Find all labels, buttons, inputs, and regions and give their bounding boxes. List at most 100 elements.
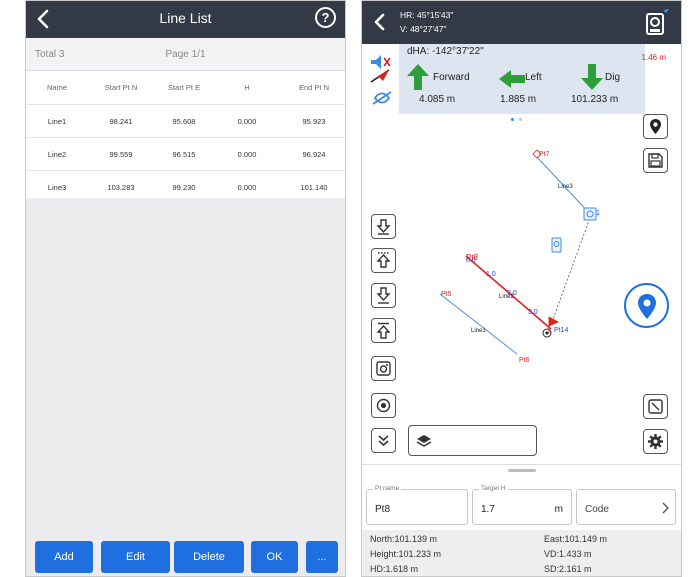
cell-name: Line2 (47, 150, 67, 159)
move-up-button[interactable] (371, 248, 396, 273)
move-down-button[interactable] (371, 283, 396, 308)
horizontal-angle-readout: HR: 45°15'43" (400, 10, 454, 20)
pt14-label: Pt14 (554, 327, 569, 334)
top-bar: Line List ? (26, 1, 345, 38)
navigation-panel: dHA: -142°37'22" Forward 4.085 m Left 1.… (399, 44, 645, 121)
line-list-screen: Line List ? Total 3 Page 1/1 Name Start … (25, 0, 346, 577)
table-row[interactable]: Line2 99.559 96.515 0.000 96.924 (26, 138, 345, 171)
dig-direction: Dig 101.233 m (565, 64, 643, 110)
arrow-left-icon (499, 70, 525, 88)
save-button[interactable] (643, 148, 668, 173)
cell-h: 0.000 (237, 150, 257, 159)
list-empty-area (26, 198, 345, 531)
map-canvas[interactable]: Pt7 Line3 Pt8 Pt5 Pt6 Line1 Line2 1.0 2.… (362, 114, 681, 464)
edit-button[interactable]: Edit (101, 541, 170, 573)
point-marker-button[interactable] (643, 114, 668, 139)
distance-tick-label: 3.0 (528, 309, 538, 316)
ok-button[interactable]: OK (251, 541, 298, 573)
measure-button[interactable] (643, 394, 668, 419)
column-header-name: Name (46, 83, 67, 92)
target-h-field[interactable]: Target H 1.7 m (472, 485, 572, 525)
column-header-start-pt-e: Start Pt E (167, 83, 201, 92)
distance-tick-label: 1.0 (486, 271, 496, 278)
pt6-label: Pt6 (519, 357, 530, 364)
dig-value: 101.233 m (571, 94, 619, 105)
screen: Line List ? Total 3 Page 1/1 Name Start … (0, 0, 692, 577)
top-bar: HR: 45°15'43" V: 48°27'47" (362, 1, 681, 44)
question-circle-icon[interactable]: ? (315, 7, 336, 28)
cell-start-pt-e: 96.515 (172, 150, 196, 159)
settings-button[interactable] (643, 429, 668, 454)
station-marker-icon (551, 237, 562, 253)
bottom-sheet: Pt name Pt8 Target H 1.7 m Code North:10… (362, 464, 681, 576)
move-down-button[interactable] (371, 214, 396, 239)
collapse-button[interactable] (371, 428, 396, 453)
height-readout: Height:101.233 m (370, 549, 442, 559)
cell-end-pt-n: 95.923 (302, 117, 326, 126)
layers-button[interactable] (408, 425, 537, 456)
code-placeholder: Code (585, 504, 609, 515)
line3-label: Line3 (558, 184, 573, 190)
dig-label: Dig (605, 72, 621, 83)
total-station-icon[interactable] (644, 8, 670, 37)
more-button[interactable]: ... (306, 541, 338, 573)
left-direction: Left 1.885 m (491, 64, 561, 110)
vd-readout: VD:1.433 m (544, 549, 592, 559)
chevron-right-icon[interactable] (661, 502, 669, 514)
forward-value: 4.085 m (419, 94, 456, 105)
pt5-label: Pt5 (441, 291, 452, 298)
cell-start-pt-n: 99.559 (109, 150, 133, 159)
delete-button[interactable]: Delete (174, 541, 244, 573)
target-h-label: Target H (479, 485, 508, 492)
pt-name-field[interactable]: Pt name Pt8 (366, 485, 468, 525)
page-info-bar: Total 3 Page 1/1 (26, 38, 345, 71)
add-button[interactable]: Add (35, 541, 93, 573)
target-h-unit: m (554, 504, 563, 515)
layers-icon (416, 435, 432, 447)
pt7-label: Pt7 (539, 151, 550, 158)
distance-tick-label: 0.0 (466, 257, 476, 264)
chevron-left-icon[interactable] (369, 7, 391, 37)
code-field[interactable]: Code (576, 489, 676, 525)
instrument-view-button[interactable] (371, 356, 396, 381)
target-h-value: 1.7 (481, 504, 495, 515)
vertical-angle-readout: V: 48°27'47" (400, 24, 447, 34)
cell-end-pt-n: 96.924 (302, 150, 326, 159)
cell-h: 0.000 (237, 117, 257, 126)
table-header-row: Name Start Pt N Start Pt E H End Pt N (26, 71, 345, 105)
column-header-start-pt-n: Start Pt N (104, 83, 138, 92)
east-readout: East:101.149 m (544, 534, 608, 544)
drag-handle[interactable] (508, 469, 536, 472)
prism-marker-icon (583, 207, 597, 221)
pt-name-value: Pt8 (375, 504, 391, 515)
hd-readout: HD:1.618 m (370, 564, 419, 574)
locate-button[interactable] (371, 393, 396, 418)
line-table: Name Start Pt N Start Pt E H End Pt N Li… (26, 71, 345, 204)
action-bar: Add Edit Delete OK ... (26, 530, 345, 576)
line1-label: Line1 (471, 328, 486, 334)
distance-readout: 1.46 m (641, 53, 666, 62)
distance-tick-label: 2.0 (507, 290, 517, 297)
cell-start-pt-e: 95.608 (172, 117, 196, 126)
left-label: Left (525, 72, 542, 83)
location-fab-button[interactable] (624, 283, 669, 328)
left-status-icons (367, 50, 395, 110)
move-top-button[interactable] (371, 318, 396, 343)
location-pin-icon (638, 294, 656, 319)
forward-direction: Forward 4.085 m (405, 64, 485, 110)
sd-readout: SD:2.161 m (544, 564, 592, 574)
left-value: 1.885 m (500, 94, 537, 105)
cell-start-pt-n: 98.241 (109, 117, 133, 126)
column-header-h: H (244, 83, 250, 92)
forward-label: Forward (433, 72, 470, 83)
stakeout-screen: HR: 45°15'43" V: 48°27'47" dHA: -142°37'… (361, 0, 682, 577)
arrow-down-icon (581, 64, 603, 90)
page-title: Line List (159, 10, 212, 26)
column-header-end-pt-n: End Pt N (298, 83, 329, 92)
line1-segment (439, 293, 518, 355)
north-readout: North:101.139 m (370, 534, 438, 544)
table-row[interactable]: Line1 98.241 95.608 0.000 95.923 (26, 105, 345, 138)
gear-icon (648, 434, 663, 449)
distance-tick-label: 1 (596, 210, 600, 217)
coordinate-info: North:101.139 m East:101.149 m Height:10… (362, 530, 681, 576)
